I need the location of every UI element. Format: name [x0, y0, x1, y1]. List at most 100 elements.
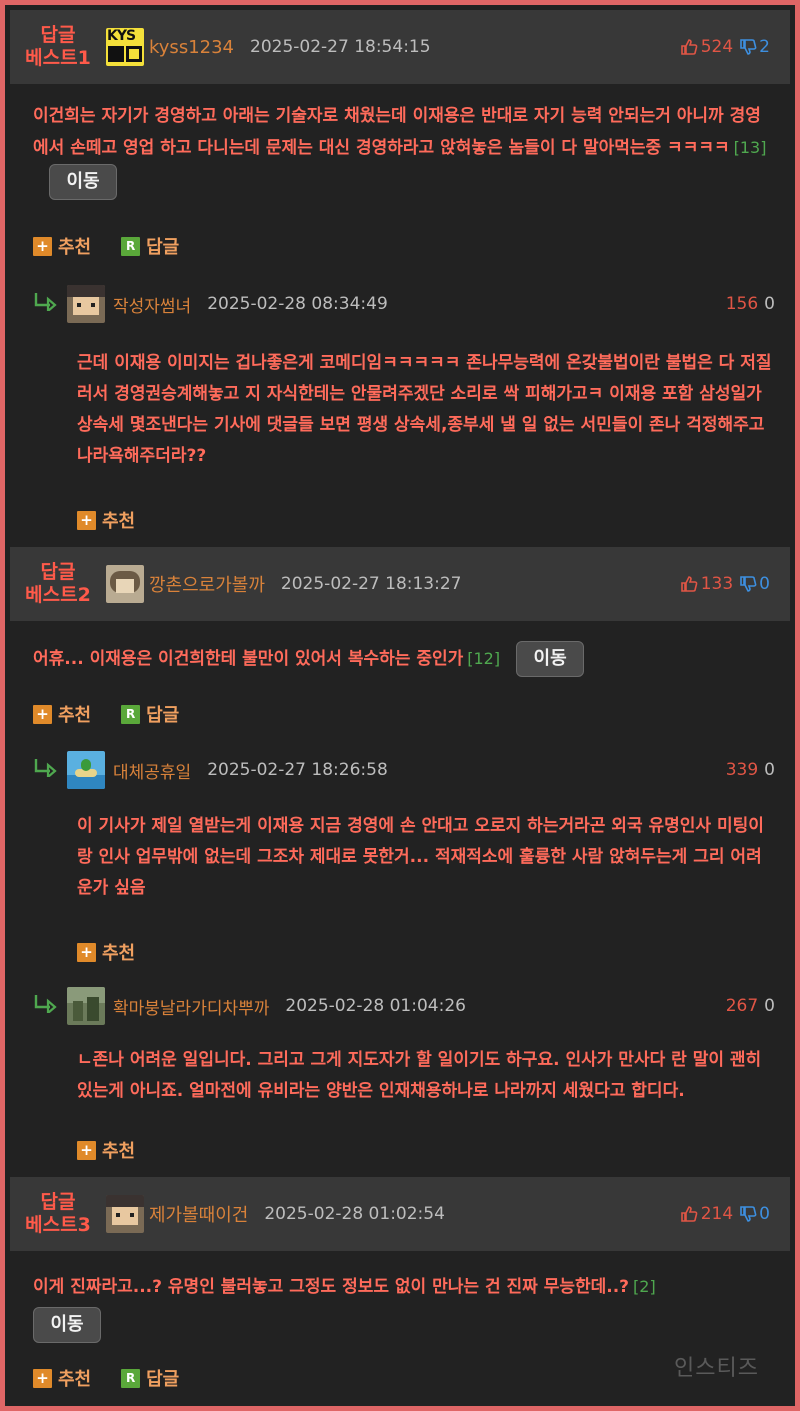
- username[interactable]: 작성자썸녀: [113, 292, 191, 317]
- timestamp: 2025-02-28 08:34:49: [207, 294, 388, 314]
- best-comment-header: 답글 베스트2 깡촌으로가볼까 2025-02-27 18:13:27 133 …: [10, 547, 790, 621]
- reply-text: 이 기사가 제일 열받는게 이재용 지금 경영에 손 안대고 오로지 하는거라곤…: [77, 816, 764, 898]
- comment-body: 이게 진짜라고...? 유명인 불러놓고 그정도 정보도 없이 만나는 건 진짜…: [33, 1277, 630, 1297]
- avatar-eye: [116, 1213, 120, 1217]
- reply-arrow-icon: [33, 291, 67, 317]
- reply-votes: 267 0: [726, 996, 775, 1016]
- thumb-up-icon[interactable]: [680, 38, 698, 56]
- upvote-count: 524: [700, 37, 734, 57]
- reply-count: [2]: [633, 1277, 656, 1296]
- recommend-button[interactable]: 추천: [58, 701, 91, 727]
- comment-body: 어휴... 이재용은 이건희한테 불만이 있어서 복수하는 중인가: [33, 649, 464, 669]
- reply-actions: + 추천: [77, 939, 135, 965]
- avatar[interactable]: [106, 1195, 144, 1233]
- avatar-block: [108, 46, 124, 62]
- reply-arrow-icon: [33, 993, 67, 1019]
- watermark: 인스티즈: [674, 1356, 759, 1381]
- comment-board: 답글 베스트1 KYS kyss1234 2025-02-27 18:54:15…: [0, 0, 800, 1411]
- downvote-count: 2: [759, 37, 770, 57]
- recommend-button[interactable]: 추천: [102, 1137, 135, 1163]
- avatar-shape: [116, 579, 134, 593]
- comment-actions: + 추천 R 답글: [33, 1365, 179, 1391]
- username[interactable]: 대체공휴일: [113, 758, 191, 783]
- reply-r-icon: R: [121, 1368, 141, 1388]
- username[interactable]: 제가볼때이건: [149, 1201, 248, 1227]
- avatar[interactable]: KYS: [106, 28, 144, 66]
- reply-r-icon: R: [121, 704, 141, 724]
- username[interactable]: 깡촌으로가볼까: [149, 571, 265, 597]
- plus-icon: +: [77, 1140, 96, 1160]
- plus-icon: +: [77, 942, 96, 962]
- plus-icon: +: [33, 236, 52, 256]
- avatar[interactable]: [67, 987, 105, 1025]
- upvote-count: 267: [725, 996, 759, 1016]
- avatar[interactable]: [67, 751, 105, 789]
- thumb-up-icon[interactable]: [680, 575, 698, 593]
- avatar[interactable]: [67, 285, 105, 323]
- avatar-hair: [106, 1195, 144, 1207]
- username[interactable]: kyss1234: [149, 37, 234, 58]
- avatar-tree: [81, 759, 91, 771]
- recommend-button[interactable]: 추천: [102, 939, 135, 965]
- reply-action[interactable]: R 답글: [121, 701, 179, 727]
- reply-action[interactable]: R 답글: [121, 233, 179, 259]
- comment-body: 이건희는 자기가 경영하고 아래는 기술자로 채웠는데 이재용은 반대로 자기 …: [33, 106, 761, 158]
- timestamp: 2025-02-27 18:26:58: [207, 760, 388, 780]
- downvote-count: 0: [759, 1204, 770, 1224]
- recommend-button[interactable]: 추천: [58, 1365, 91, 1391]
- avatar-text: KYS: [107, 28, 136, 44]
- reply-button[interactable]: 답글: [146, 233, 179, 259]
- downvote-count: 0: [764, 294, 775, 314]
- best-badge-line2: 베스트1: [25, 47, 91, 69]
- reply-count: [12]: [467, 649, 501, 668]
- best-badge-line1: 답글: [40, 24, 76, 46]
- move-button[interactable]: 이동: [49, 164, 117, 200]
- best-badge-line2: 베스트2: [25, 584, 91, 606]
- vote-box: 524 2: [674, 10, 770, 84]
- avatar-block: [126, 46, 142, 62]
- timestamp: 2025-02-28 01:04:26: [285, 996, 466, 1016]
- move-button[interactable]: 이동: [516, 641, 585, 677]
- thumb-down-icon[interactable]: [739, 1205, 757, 1223]
- upvote-count: 339: [725, 760, 759, 780]
- reply-votes: 156 0: [726, 294, 775, 314]
- reply-header: 대체공휴일 2025-02-27 18:26:58 339 0: [33, 750, 775, 790]
- best-badge-line2: 베스트3: [25, 1214, 91, 1236]
- best-badge: 답글 베스트2: [10, 561, 106, 607]
- reply-actions: + 추천: [77, 507, 135, 533]
- plus-icon: +: [33, 704, 52, 724]
- comment-text: 이건희는 자기가 경영하고 아래는 기술자로 채웠는데 이재용은 반대로 자기 …: [33, 101, 775, 200]
- thumb-down-icon[interactable]: [739, 38, 757, 56]
- timestamp: 2025-02-27 18:54:15: [250, 37, 431, 57]
- avatar-eye: [130, 1213, 134, 1217]
- reply-actions: + 추천: [77, 1137, 135, 1163]
- reply-action[interactable]: R 답글: [121, 1365, 179, 1391]
- comment-actions: + 추천 R 답글: [33, 701, 179, 727]
- upvote-count: 214: [700, 1204, 734, 1224]
- thumb-down-icon[interactable]: [739, 575, 757, 593]
- comment-actions: + 추천 R 답글: [33, 233, 179, 259]
- move-button[interactable]: 이동: [33, 1307, 101, 1343]
- downvote-count: 0: [764, 760, 775, 780]
- best-comment-header: 답글 베스트1 KYS kyss1234 2025-02-27 18:54:15…: [10, 10, 790, 84]
- reply-text: ㄴ존나 어려운 일입니다. 그리고 그게 지도자가 할 일이기도 하구요. 인사…: [77, 1050, 762, 1101]
- recommend-button[interactable]: 추천: [102, 507, 135, 533]
- reply-button[interactable]: 답글: [146, 1365, 179, 1391]
- plus-icon: +: [77, 510, 96, 530]
- recommend-button[interactable]: 추천: [58, 233, 91, 259]
- avatar-eye: [77, 303, 81, 307]
- vote-box: 214 0: [674, 1177, 770, 1251]
- upvote-count: 133: [700, 574, 734, 594]
- comment-text: 이게 진짜라고...? 유명인 불러놓고 그정도 정보도 없이 만나는 건 진짜…: [33, 1271, 775, 1343]
- reply-votes: 339 0: [726, 760, 775, 780]
- best-badge-line1: 답글: [40, 561, 76, 583]
- reply-button[interactable]: 답글: [146, 701, 179, 727]
- avatar[interactable]: [106, 565, 144, 603]
- best-badge: 답글 베스트3: [10, 1191, 106, 1237]
- thumb-up-icon[interactable]: [680, 1205, 698, 1223]
- username[interactable]: 확마붕날라가디차뿌까: [113, 994, 269, 1019]
- avatar-shape: [87, 997, 99, 1021]
- best-badge: 답글 베스트1: [10, 24, 106, 70]
- timestamp: 2025-02-27 18:13:27: [280, 574, 462, 594]
- downvote-count: 0: [764, 996, 775, 1016]
